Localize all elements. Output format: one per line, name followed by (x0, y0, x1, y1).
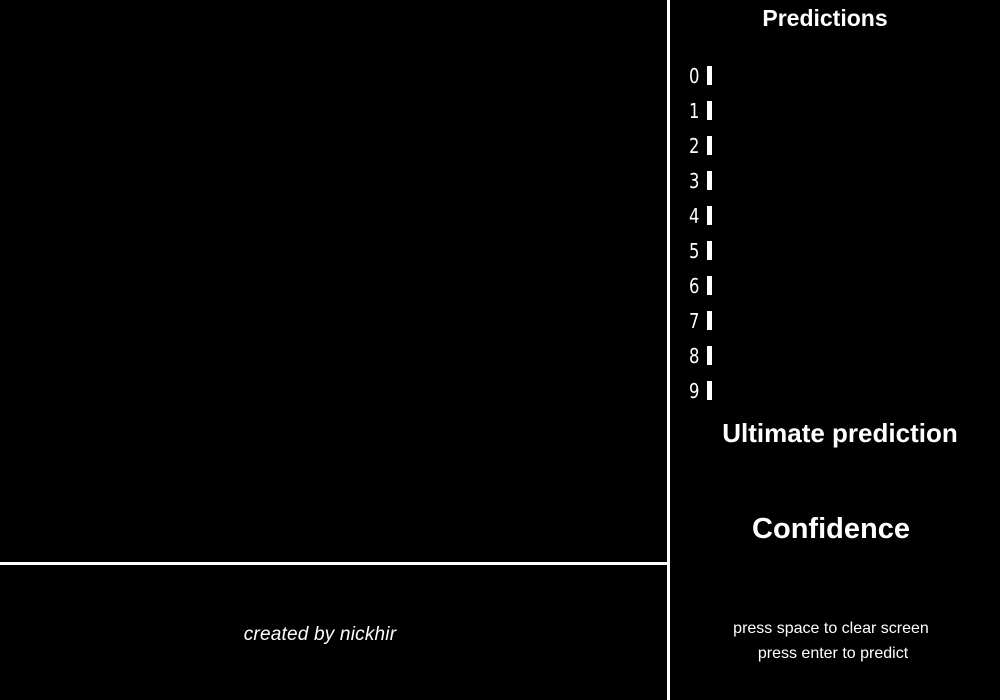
clear-hint: press space to clear screen (733, 620, 929, 637)
prediction-digit: 5 (689, 238, 700, 263)
prediction-digit: 7 (689, 308, 700, 333)
confidence-label: Confidence (752, 513, 910, 545)
predictions-title: Predictions (762, 5, 888, 31)
probability-bar-track (707, 101, 967, 120)
probability-bar (707, 276, 712, 295)
probability-bar-track (707, 206, 967, 225)
digit-recognizer-window: created by nickhir Predictions 0 1 2 3 4 (0, 0, 1000, 700)
probability-bar (707, 346, 712, 365)
probability-bar-track (707, 276, 967, 295)
credit-text: created by nickhir (243, 624, 397, 645)
predict-hint: press enter to predict (757, 645, 909, 662)
prediction-list: 0 1 2 3 4 5 6 7 8 9 (689, 58, 967, 408)
predictions-panel: Predictions 0 1 2 3 4 5 6 7 8 9 Ultimate… (670, 0, 1000, 700)
probability-bar (707, 101, 712, 120)
prediction-row: 1 (689, 93, 967, 128)
prediction-row: 5 (689, 233, 967, 268)
prediction-row: 3 (689, 163, 967, 198)
prediction-row: 0 (689, 58, 967, 93)
probability-bar-track (707, 346, 967, 365)
prediction-digit: 4 (689, 203, 700, 228)
prediction-row: 9 (689, 373, 967, 408)
prediction-row: 2 (689, 128, 967, 163)
prediction-digit: 3 (689, 168, 700, 193)
probability-bar (707, 241, 712, 260)
probability-bar-track (707, 381, 967, 400)
probability-bar-track (707, 171, 967, 190)
prediction-digit: 0 (689, 63, 700, 88)
probability-bar (707, 381, 712, 400)
drawing-canvas[interactable] (0, 0, 667, 562)
prediction-row: 8 (689, 338, 967, 373)
probability-bar-track (707, 136, 967, 155)
prediction-digit: 6 (689, 273, 700, 298)
probability-bar (707, 171, 712, 190)
keyboard-hints: press space to clear screen press enter … (670, 616, 992, 666)
probability-bar (707, 311, 712, 330)
probability-bar-track (707, 311, 967, 330)
probability-bar (707, 136, 712, 155)
probability-bar-track (707, 241, 967, 260)
prediction-row: 7 (689, 303, 967, 338)
probability-bar (707, 66, 712, 85)
prediction-digit: 9 (689, 378, 700, 403)
prediction-digit: 2 (689, 133, 700, 158)
prediction-digit: 8 (689, 343, 700, 368)
ultimate-prediction-label: Ultimate prediction (722, 418, 958, 448)
probability-bar (707, 206, 712, 225)
prediction-digit: 1 (689, 98, 700, 123)
probability-bar-track (707, 66, 967, 85)
prediction-row: 4 (689, 198, 967, 233)
prediction-row: 6 (689, 268, 967, 303)
